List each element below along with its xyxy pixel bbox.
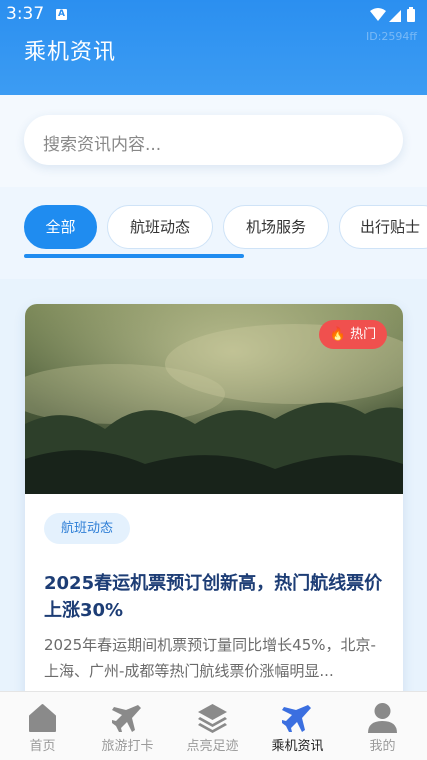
nav-item-home[interactable]: 首页 [0, 692, 85, 760]
app-id-label: ID:2594ff [366, 30, 417, 43]
bottom-nav: 首页 旅游打卡 点亮足迹 乘机资讯 我的 [0, 691, 427, 760]
nav-label-home: 首页 [29, 739, 56, 754]
home-icon [29, 704, 56, 732]
tab-travel-tips[interactable]: 出行贴士 [339, 205, 427, 249]
layers-icon [198, 704, 227, 733]
search-section: 搜索资讯内容... [0, 95, 427, 187]
notification-icon: A [56, 9, 67, 20]
nav-label-footprints: 点亮足迹 [186, 739, 239, 754]
tab-airport-service[interactable]: 机场服务 [223, 205, 329, 249]
search-placeholder: 搜索资讯内容... [43, 135, 162, 155]
tab-all[interactable]: 全部 [24, 205, 97, 249]
header: 3:37 A 乘机资讯 ID:2594ff [0, 0, 427, 95]
tab-scroll-indicator[interactable] [24, 254, 244, 258]
hot-badge-label: 热门 [350, 327, 377, 342]
nav-item-flight-news[interactable]: 乘机资讯 [255, 692, 340, 760]
tab-flight-status[interactable]: 航班动态 [107, 205, 213, 249]
category-chip[interactable]: 航班动态 [44, 513, 130, 544]
nav-item-footprints[interactable]: 点亮足迹 [170, 692, 255, 760]
status-time: 3:37 [6, 4, 45, 24]
status-icons [369, 6, 421, 28]
wifi-icon [370, 8, 386, 21]
nav-item-travel-checkin[interactable]: 旅游打卡 [85, 692, 170, 760]
battery-icon [407, 9, 415, 22]
status-bar: 3:37 A [0, 0, 427, 30]
hot-badge: 🔥 热门 [319, 320, 387, 349]
article-card[interactable]: 🔥 热门 航班动态 2025春运机票预订创新高，热门航线票价上涨30% 2025… [25, 304, 403, 724]
plane-icon-active [282, 705, 311, 732]
nav-item-profile[interactable]: 我的 [340, 692, 425, 760]
page-title: 乘机资讯 [24, 40, 117, 65]
nav-label-profile: 我的 [369, 739, 396, 754]
category-tabs: 全部 航班动态 机场服务 出行贴士 [0, 187, 427, 279]
article-title[interactable]: 2025春运机票预订创新高，热门航线票价上涨30% [44, 570, 389, 624]
user-icon [368, 703, 397, 733]
signal-icon [389, 10, 401, 22]
fire-icon: 🔥 [329, 327, 347, 342]
article-summary: 2025年春运期间机票预订量同比增长45%，北京-上海、广州-成都等热门航线票价… [44, 636, 376, 680]
plane-icon [112, 705, 141, 732]
nav-label-travel-checkin: 旅游打卡 [101, 739, 154, 754]
nav-label-flight-news: 乘机资讯 [271, 739, 324, 754]
search-input[interactable]: 搜索资讯内容... [24, 115, 403, 165]
